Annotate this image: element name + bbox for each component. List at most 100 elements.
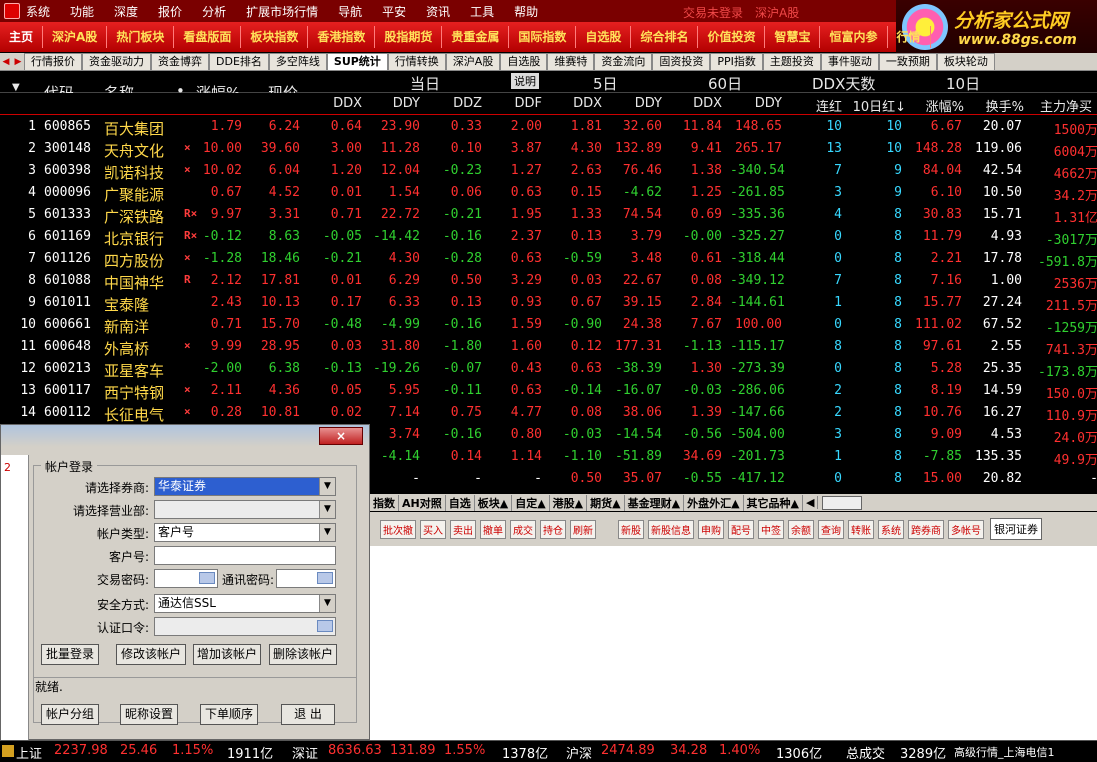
order-sequence-button[interactable]: 下单顺序 bbox=[200, 704, 258, 725]
header-turnover[interactable]: 换手% bbox=[968, 96, 1024, 115]
close-icon[interactable]: × bbox=[319, 427, 363, 445]
menu-depth[interactable]: 深度 bbox=[114, 3, 138, 20]
subscribe-button[interactable]: 申购 bbox=[698, 519, 724, 539]
system-button[interactable]: 系统 bbox=[878, 519, 904, 539]
broker-select[interactable]: 银河证券 bbox=[990, 518, 1042, 540]
market-tab-hk[interactable]: 港股▲ bbox=[550, 494, 588, 511]
market-tab-custom[interactable]: 自定▲ bbox=[512, 494, 550, 511]
market-tab-futures[interactable]: 期货▲ bbox=[587, 494, 625, 511]
market-tab-other[interactable]: 其它品种▲ bbox=[744, 494, 804, 511]
table-row[interactable]: 12 600213 亚星客车 -2.00 6.38 -0.13 -19.26 -0.07 0.4… bbox=[0, 358, 1097, 380]
market-tab-funds[interactable]: 基金理财▲ bbox=[625, 494, 685, 511]
menu-extended-market[interactable]: 扩展市场行情 bbox=[246, 3, 318, 20]
header-chg-10d[interactable]: 涨幅% bbox=[906, 96, 964, 115]
query-button[interactable]: 查询 bbox=[818, 519, 844, 539]
scroll-left-icon[interactable]: ◀ bbox=[803, 496, 819, 509]
multi-account-button[interactable]: 多帐号 bbox=[948, 519, 984, 539]
positions-button[interactable]: 持仓 bbox=[540, 519, 566, 539]
header-ddy[interactable]: DDY bbox=[368, 96, 420, 111]
cancel-order-button[interactable]: 撤单 bbox=[480, 519, 506, 539]
table-row[interactable]: 2 300148 天舟文化 × 10.00 39.60 3.00 11.28 0.10 3.87 4… bbox=[0, 138, 1097, 160]
exit-button[interactable]: 退 出 bbox=[281, 704, 335, 725]
toolbar-sector-index[interactable]: 板块指数 bbox=[241, 26, 309, 48]
header-ddy-5d[interactable]: DDY bbox=[610, 96, 662, 111]
menu-analysis[interactable]: 分析 bbox=[202, 3, 226, 20]
buy-button[interactable]: 买入 bbox=[420, 519, 446, 539]
tab-next-icon[interactable]: ▶ bbox=[12, 57, 24, 67]
tab-event-drive[interactable]: 事件驱动 bbox=[820, 53, 879, 70]
toolbar-hk-index[interactable]: 香港指数 bbox=[308, 26, 376, 48]
header-ddf[interactable]: DDF bbox=[490, 96, 543, 111]
comm-password-input[interactable] bbox=[276, 569, 336, 588]
toolbar-ranking[interactable]: 综合排名 bbox=[631, 26, 699, 48]
header-ddx[interactable]: DDX bbox=[310, 96, 362, 111]
tab-sup-stats[interactable]: SUP统计 bbox=[326, 53, 388, 70]
table-row[interactable]: 7 601126 四方股份 × -1.28 18.46 -0.21 4.30 -0.28 0.63… bbox=[0, 248, 1097, 270]
tab-weisaite[interactable]: 维赛特 bbox=[547, 53, 595, 70]
chevron-down-icon[interactable]: ▼ bbox=[319, 501, 335, 518]
header-net-flow[interactable]: 主力净买 bbox=[1040, 96, 1097, 115]
menu-news[interactable]: 资讯 bbox=[426, 3, 450, 20]
table-row[interactable]: 8 601088 中国神华 R 2.12 17.81 0.01 6.29 0.50 3.29 0.0… bbox=[0, 270, 1097, 292]
header-ddy-60d[interactable]: DDY bbox=[730, 96, 782, 111]
toolbar-zhihuibao[interactable]: 智慧宝 bbox=[765, 26, 821, 48]
explain-button[interactable]: 说明 bbox=[511, 73, 539, 89]
tab-long-short[interactable]: 多空阵线 bbox=[268, 53, 327, 70]
nickname-settings-button[interactable]: 昵称设置 bbox=[120, 704, 178, 725]
market-tab-index[interactable]: 指数 bbox=[370, 494, 399, 511]
tab-sector-rotation[interactable]: 板块轮动 bbox=[936, 53, 995, 70]
table-row[interactable]: 1 600865 百大集团 1.79 6.24 0.64 23.90 0.33 2.00 1.81… bbox=[0, 116, 1097, 138]
batch-login-button[interactable]: 批量登录 bbox=[41, 644, 99, 665]
table-row[interactable]: 10 600661 新南洋 0.71 15.70 -0.48 -4.99 -0.16 1.59 -… bbox=[0, 314, 1097, 336]
table-row[interactable]: 14 600112 长征电气 × 0.28 10.81 0.02 7.14 0.75 4.77 0.… bbox=[0, 402, 1097, 424]
table-row[interactable]: 11 600648 外高桥 × 9.99 28.95 0.03 31.80 -1.80 1.60 0… bbox=[0, 336, 1097, 358]
toolbar-sh-sz-a[interactable]: 深沪A股 bbox=[43, 26, 108, 48]
branch-dropdown[interactable]: ▼ bbox=[154, 500, 336, 519]
header-lianhong[interactable]: 连红 bbox=[790, 96, 842, 115]
keyboard-icon[interactable] bbox=[317, 572, 333, 584]
chevron-down-icon[interactable]: ▼ bbox=[319, 524, 335, 541]
toolbar-quotes[interactable]: 行情 bbox=[888, 26, 931, 48]
tab-watchlist[interactable]: 自选股 bbox=[500, 53, 548, 70]
toolbar-precious-metals[interactable]: 贵重金属 bbox=[442, 26, 510, 48]
table-row[interactable]: 13 600117 西宁特钢 × 2.11 4.36 0.05 5.95 -0.11 0.63 -0… bbox=[0, 380, 1097, 402]
winning-button[interactable]: 中签 bbox=[758, 519, 784, 539]
header-ddx-5d[interactable]: DDX bbox=[550, 96, 602, 111]
sort-dropdown-icon[interactable]: ▼ bbox=[12, 82, 20, 93]
menu-tools[interactable]: 工具 bbox=[470, 3, 494, 20]
menu-help[interactable]: 帮助 bbox=[514, 3, 538, 20]
toolbar-hengfu[interactable]: 恒富内参 bbox=[820, 26, 888, 48]
menu-quote[interactable]: 报价 bbox=[158, 3, 182, 20]
broker-dropdown[interactable]: 华泰证券 ▼ bbox=[154, 477, 336, 496]
tab-prev-icon[interactable]: ◀ bbox=[0, 57, 12, 67]
table-row[interactable]: 3 600398 凯诺科技 × 10.02 6.04 1.20 12.04 -0.23 1.27 2… bbox=[0, 160, 1097, 182]
tab-theme-invest[interactable]: 主题投资 bbox=[762, 53, 821, 70]
security-dropdown[interactable]: 通达信SSL ▼ bbox=[154, 594, 336, 613]
balance-button[interactable]: 余额 bbox=[788, 519, 814, 539]
menu-pingan[interactable]: 平安 bbox=[382, 3, 406, 20]
add-account-button[interactable]: 增加该帐户 bbox=[193, 644, 261, 665]
auth-code-input[interactable] bbox=[154, 617, 336, 636]
menu-function[interactable]: 功能 bbox=[70, 3, 94, 20]
delete-account-button[interactable]: 删除该帐户 bbox=[269, 644, 337, 665]
client-no-input[interactable] bbox=[154, 546, 336, 565]
toolbar-value-invest[interactable]: 价值投资 bbox=[698, 26, 766, 48]
keyboard-icon[interactable] bbox=[317, 620, 333, 632]
toolbar-watch-layout[interactable]: 看盘版面 bbox=[174, 26, 242, 48]
toolbar-watchlist[interactable]: 自选股 bbox=[576, 26, 632, 48]
toolbar-hot-sectors[interactable]: 热门板块 bbox=[107, 26, 175, 48]
horizontal-scrollbar[interactable] bbox=[822, 495, 863, 510]
market-tab-ah[interactable]: AH对照 bbox=[399, 494, 446, 511]
toolbar-index-futures[interactable]: 股指期货 bbox=[375, 26, 443, 48]
toolbar-home[interactable]: 主页 bbox=[0, 26, 44, 48]
fills-button[interactable]: 成交 bbox=[510, 519, 536, 539]
account-group-button[interactable]: 帐户分组 bbox=[41, 704, 99, 725]
table-row[interactable]: 5 601333 广深铁路 R× 9.97 3.31 0.71 22.72 -0.21 1.95 1… bbox=[0, 204, 1097, 226]
allot-no-button[interactable]: 配号 bbox=[728, 519, 754, 539]
market-tab-watchlist[interactable]: 自选 bbox=[446, 494, 475, 511]
tab-ppi-index[interactable]: PPI指数 bbox=[710, 53, 763, 70]
table-row[interactable]: 4 000096 广聚能源 0.67 4.52 0.01 1.54 0.06 0.63 0.15 -… bbox=[0, 182, 1097, 204]
market-tab-sector[interactable]: 板块▲ bbox=[475, 494, 513, 511]
table-row[interactable]: 6 601169 北京银行 R× -0.12 8.63 -0.05 -14.42 -0.16 2.… bbox=[0, 226, 1097, 248]
transfer-button[interactable]: 转账 bbox=[848, 519, 874, 539]
